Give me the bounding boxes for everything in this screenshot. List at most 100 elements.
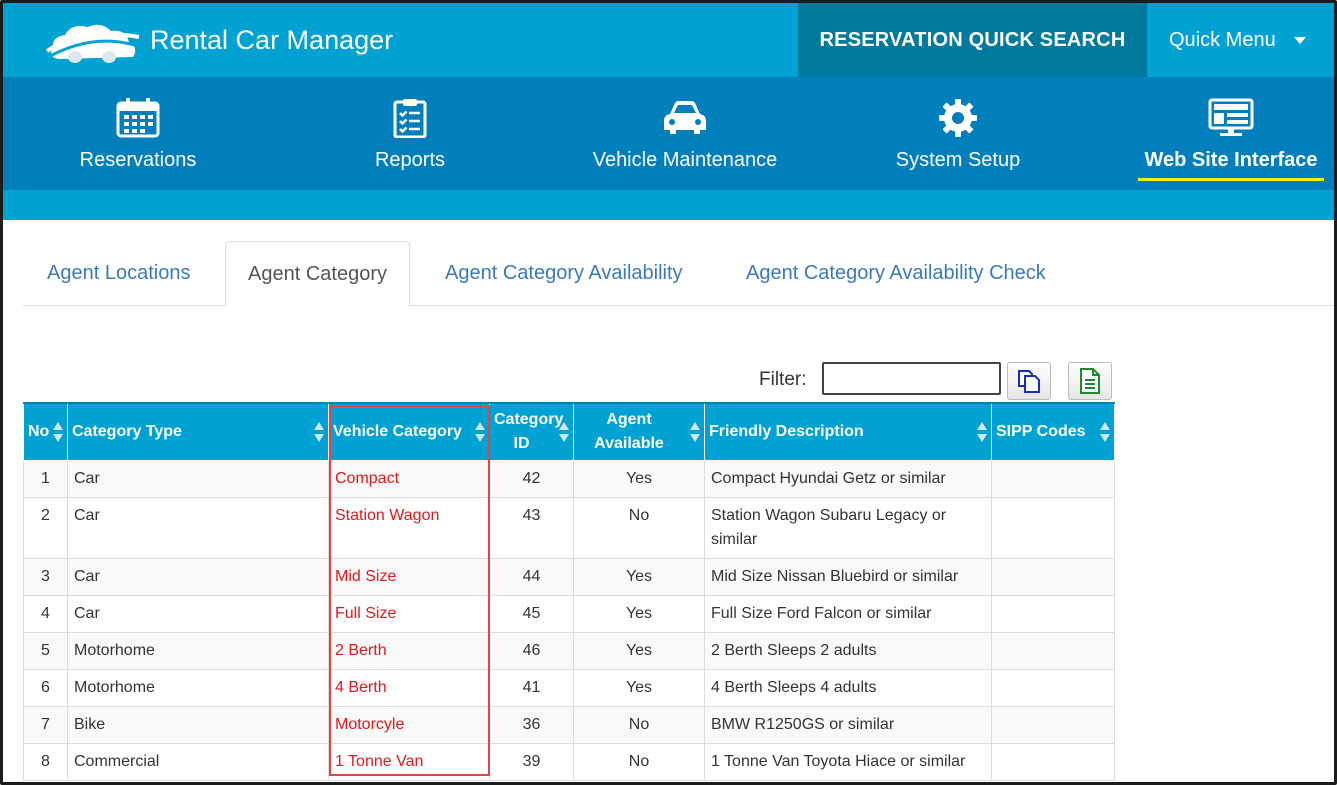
cell-vehicle-category: Compact [328,459,490,498]
cell-vehicle-category: Motorcyle [328,705,490,744]
cell-agent-available: No [573,705,705,744]
cell-no: 8 [23,742,68,781]
cell-sipp-codes [991,668,1115,707]
nav-item-vehicle-maintenance[interactable]: Vehicle Maintenance [587,77,783,190]
sort-icon [977,421,987,442]
car-icon [662,97,708,139]
table-row[interactable]: 7 Bike Motorcyle 36 No BMW R1250GS or si… [23,705,1115,744]
export-csv-button[interactable] [1068,362,1112,400]
cell-category-type: Motorhome [67,631,329,670]
cell-friendly-description: Station Wagon Subaru Legacy or similar [704,496,992,559]
quick-menu-dropdown[interactable]: Quick Menu [1169,3,1306,77]
sort-icon [53,421,63,442]
table-row[interactable]: 4 Car Full Size 45 Yes Full Size Ford Fa… [23,594,1115,633]
table-row[interactable]: 5 Motorhome 2 Berth 46 Yes 2 Berth Sleep… [23,631,1115,670]
nav-item-reports[interactable]: Reports [358,77,462,190]
cell-category-type: Car [67,594,329,633]
cell-vehicle-category: Station Wagon [328,496,490,559]
cell-agent-available: Yes [573,668,705,707]
sort-icon [690,421,700,442]
reservation-quick-search-button[interactable]: RESERVATION QUICK SEARCH [798,3,1147,77]
filter-label: Filter: [759,369,807,390]
cell-no: 4 [23,594,68,633]
cell-sipp-codes [991,459,1115,498]
table-row[interactable]: 8 Commercial 1 Tonne Van 39 No 1 Tonne V… [23,742,1115,781]
cell-agent-available: No [573,742,705,781]
column-header-sipp-codes[interactable]: SIPP Codes [991,402,1115,461]
main-nav: Reservations Reports Vehicle Maintenance… [3,77,1334,190]
cell-agent-available: No [573,496,705,559]
nav-label: System Setup [895,149,1021,171]
filter-input[interactable] [822,362,1001,395]
column-header-label: No [28,422,50,440]
tab-agent-locations[interactable]: Agent Locations [25,241,212,306]
column-header-category-id[interactable]: Category ID [489,402,574,461]
cell-friendly-description: 2 Berth Sleeps 2 adults [704,631,992,670]
cell-category-id: 43 [489,496,574,559]
gear-icon [935,97,981,139]
cell-vehicle-category: Full Size [328,594,490,633]
tab-agent-category-availability-check[interactable]: Agent Category Availability Check [724,241,1068,306]
table-header-row: No Category Type Vehicle Category Catego… [23,402,1115,461]
table-row[interactable]: 6 Motorhome 4 Berth 41 Yes 4 Berth Sleep… [23,668,1115,707]
table-row[interactable]: 2 Car Station Wagon 43 No Station Wagon … [23,496,1115,559]
cell-category-type: Commercial [67,742,329,781]
cell-category-type: Car [67,496,329,559]
cell-friendly-description: Full Size Ford Falcon or similar [704,594,992,633]
cell-friendly-description: Compact Hyundai Getz or similar [704,459,992,498]
document-icon [1080,368,1100,394]
cell-category-id: 41 [489,668,574,707]
column-header-friendly-description[interactable]: Friendly Description [704,402,992,461]
column-header-agent-available[interactable]: Agent Available [573,402,705,461]
cell-sipp-codes [991,557,1115,596]
nav-label: Reservations [79,149,197,171]
cell-agent-available: Yes [573,631,705,670]
caret-down-icon [1293,36,1306,44]
nav-item-web-site-interface[interactable]: Web Site Interface [1138,77,1324,190]
cell-no: 7 [23,705,68,744]
column-header-label: Agent Available [594,410,664,452]
monitor-icon [1208,97,1254,139]
column-header-label: Category Type [72,422,182,440]
cell-category-type: Car [67,459,329,498]
copy-button[interactable] [1007,362,1051,400]
cell-friendly-description: BMW R1250GS or similar [704,705,992,744]
cell-category-id: 46 [489,631,574,670]
column-header-category-type[interactable]: Category Type [67,402,329,461]
table-row[interactable]: 1 Car Compact 42 Yes Compact Hyundai Get… [23,459,1115,498]
cell-category-id: 36 [489,705,574,744]
quick-menu-label: Quick Menu [1169,28,1276,51]
cell-category-id: 45 [489,594,574,633]
sub-nav-bar [3,190,1334,220]
tab-agent-category-availability[interactable]: Agent Category Availability [423,241,705,306]
column-header-vehicle-category[interactable]: Vehicle Category [328,402,490,461]
cell-category-id: 44 [489,557,574,596]
sort-icon [475,421,485,442]
checklist-icon [387,97,433,139]
calendar-icon [115,97,161,139]
cell-agent-available: Yes [573,594,705,633]
cell-vehicle-category: 2 Berth [328,631,490,670]
nav-item-system-setup[interactable]: System Setup [888,77,1028,190]
cell-friendly-description: 4 Berth Sleeps 4 adults [704,668,992,707]
table-row[interactable]: 3 Car Mid Size 44 Yes Mid Size Nissan Bl… [23,557,1115,596]
column-header-label: SIPP Codes [996,422,1086,440]
tab-agent-category[interactable]: Agent Category [225,241,410,307]
nav-item-reservations[interactable]: Reservations [65,77,211,190]
cell-sipp-codes [991,496,1115,559]
cell-no: 1 [23,459,68,498]
cell-category-id: 42 [489,459,574,498]
column-header-no[interactable]: No [23,402,68,461]
cell-category-type: Bike [67,705,329,744]
nav-label: Reports [374,149,446,171]
cell-friendly-description: 1 Tonne Van Toyota Hiace or similar [704,742,992,781]
cell-no: 2 [23,496,68,559]
sort-icon [314,421,324,442]
cell-vehicle-category: 4 Berth [328,668,490,707]
cell-agent-available: Yes [573,459,705,498]
cell-sipp-codes [991,742,1115,781]
column-header-label: Friendly Description [709,422,864,440]
tab-bar: Agent Locations Agent Category Agent Cat… [23,241,1334,307]
cell-sipp-codes [991,631,1115,670]
cell-sipp-codes [991,594,1115,633]
